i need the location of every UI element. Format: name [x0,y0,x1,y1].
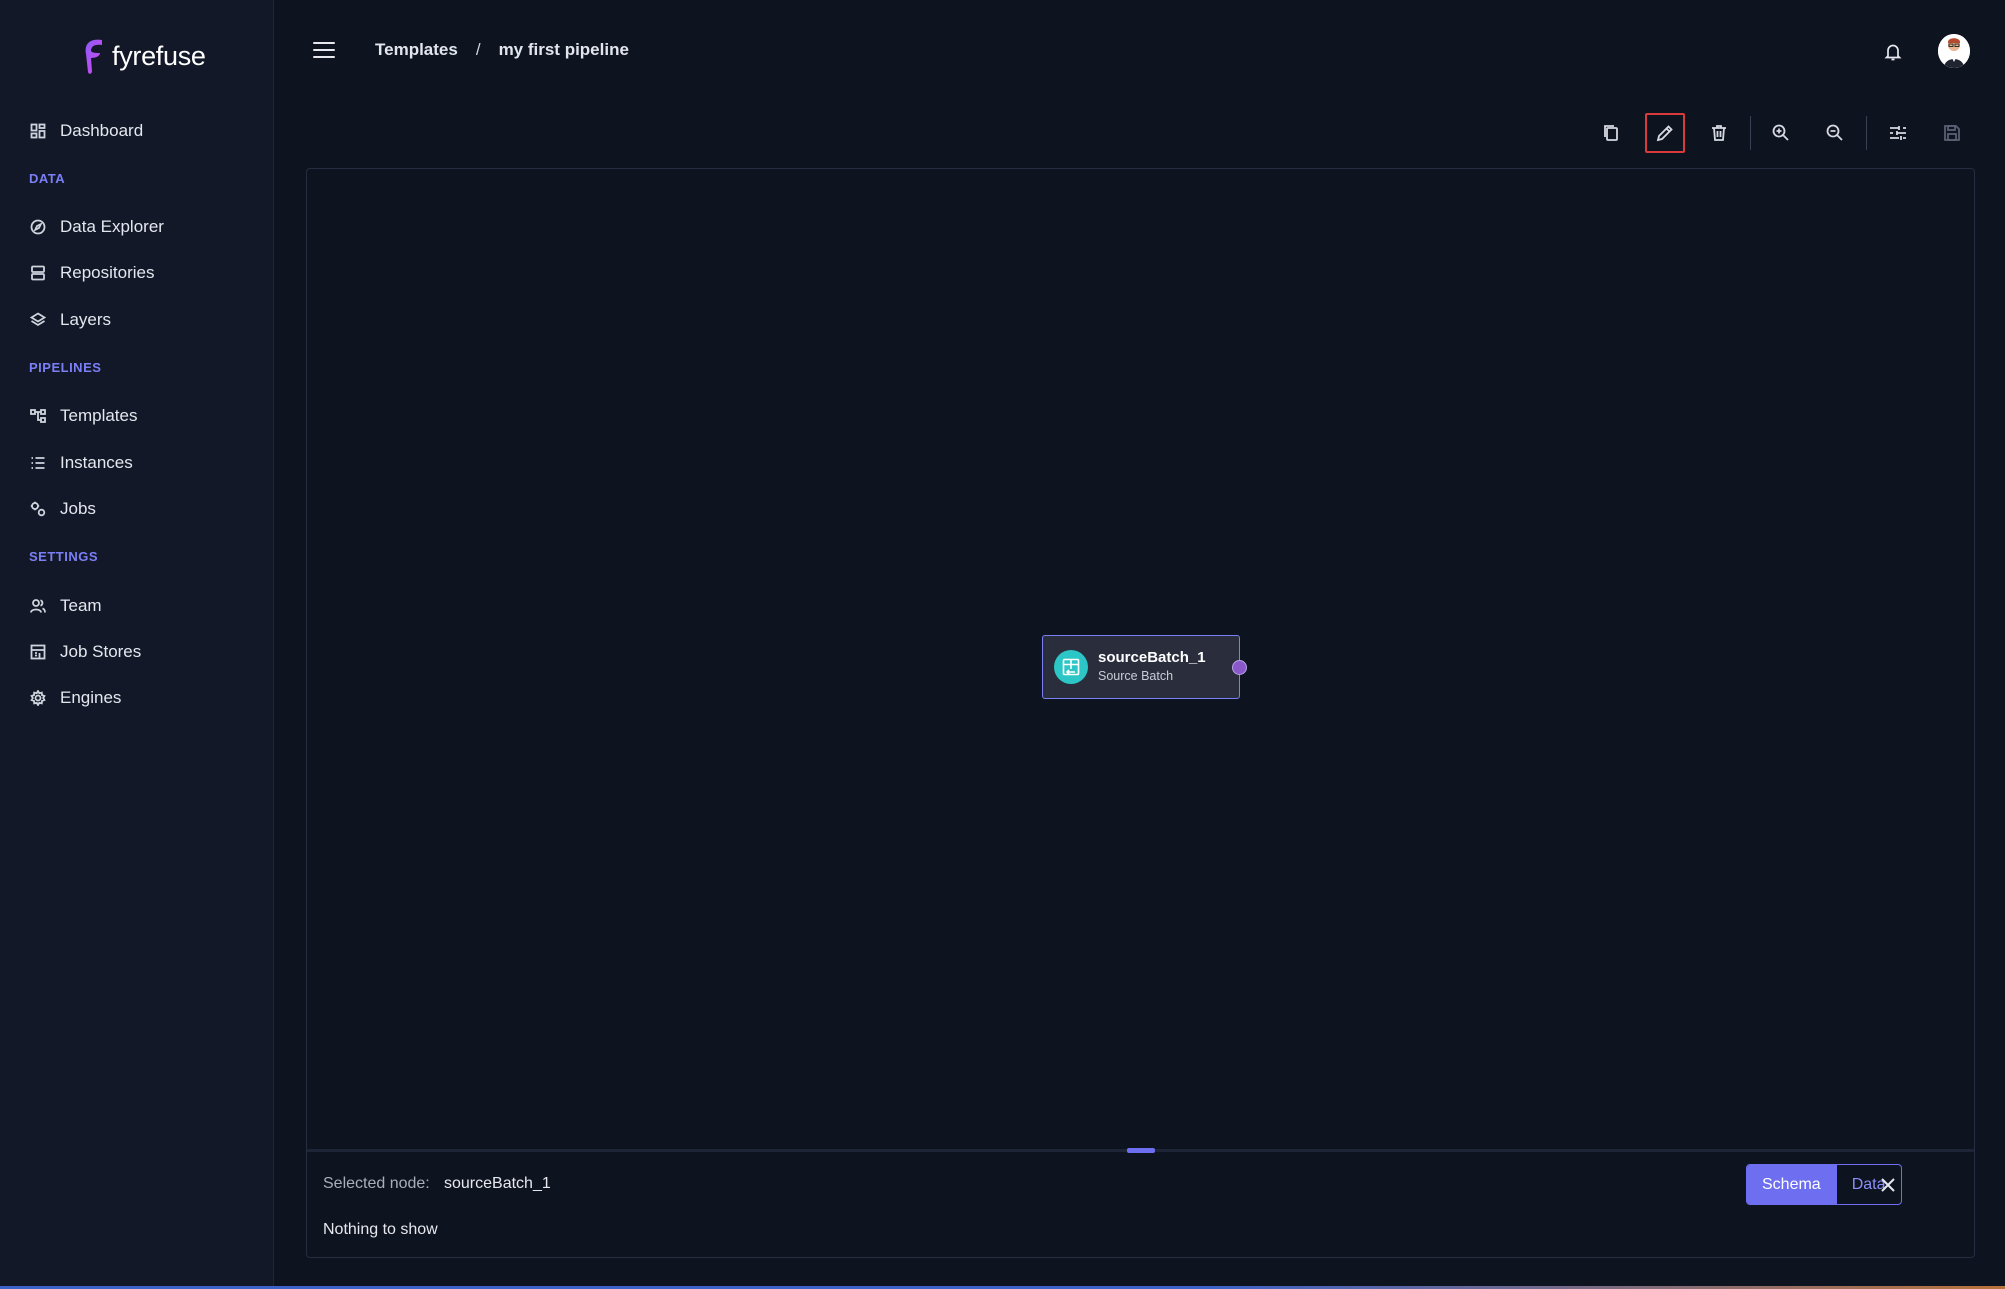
save-button[interactable] [1932,113,1972,153]
delete-icon [1712,125,1726,141]
sidebar-item-label: Templates [60,406,138,425]
list-icon [31,457,45,469]
sidebar-item-label: Team [60,596,102,615]
menu-toggle-button[interactable] [313,42,335,60]
source-batch-icon [1054,650,1088,684]
brand-name: fyrefuse [112,40,206,71]
zoom-out-button[interactable] [1815,113,1855,153]
sidebar-item-label: Repositories [60,263,155,282]
gear-icon [30,690,46,706]
panel-resize-handle[interactable] [1127,1148,1155,1153]
node-text: sourceBatch_1 Source Batch [1098,649,1206,685]
section-label-data: DATA [29,171,66,186]
node-subtitle: Source Batch [1098,669,1174,683]
sidebar-item-job-stores[interactable]: Job Stores [30,637,141,667]
brand-logo[interactable]: fyrefuse [80,36,206,76]
dashboard-icon [30,123,46,139]
settings-sliders-icon [1890,126,1906,140]
sidebar-item-label: Dashboard [60,121,144,140]
close-icon[interactable] [1876,1173,1900,1197]
pipeline-canvas[interactable]: sourceBatch_1 Source Batch Selected node… [306,168,1975,1258]
avatar-illustration-icon [1938,34,1970,68]
toolbar-divider [1750,116,1751,150]
sidebar-item-jobs[interactable]: Jobs [30,494,96,524]
zoom-out-icon [1826,124,1843,141]
fyrefuse-logo-icon [85,39,102,74]
database-icon [31,265,45,281]
table-import-icon [1062,658,1080,676]
hamburger-line [313,48,335,52]
compass-icon [30,219,46,235]
breadcrumb-parent-link[interactable]: Templates [375,40,458,60]
sidebar-item-label: Jobs [60,499,96,518]
users-icon [30,599,46,613]
edit-icon [1656,125,1673,142]
breadcrumb-current: my first pipeline [498,40,629,59]
zoom-in-icon [1772,124,1789,141]
selected-node-label: Selected node: [323,1175,430,1192]
sidebar-item-layers[interactable]: Layers [30,305,111,335]
selected-node-value: sourceBatch_1 [444,1175,551,1192]
store-icon [30,644,46,660]
notification-bell-icon[interactable] [1884,42,1902,62]
duplicate-button[interactable] [1591,113,1631,153]
settings-button[interactable] [1878,113,1918,153]
pipeline-node[interactable]: sourceBatch_1 Source Batch [1042,635,1247,699]
breadcrumb: Templates / my first pipeline [375,40,629,60]
hamburger-line [313,55,335,59]
copy-icon [1604,125,1618,141]
sidebar-item-team[interactable]: Team [30,591,102,621]
sidebar-item-label: Layers [60,310,112,329]
gears-icon [30,501,46,517]
node-title: sourceBatch_1 [1098,649,1206,666]
sidebar: fyrefuse Dashboard DATA Data Explorer Re… [0,0,274,1289]
sidebar-item-label: Job Stores [60,642,142,661]
section-label-pipelines: PIPELINES [29,360,102,375]
toolbar-divider [1866,116,1867,150]
sidebar-item-engines[interactable]: Engines [30,683,121,713]
section-label-settings: SETTINGS [29,549,99,564]
user-avatar[interactable] [1938,34,1970,68]
zoom-in-button[interactable] [1761,113,1801,153]
sidebar-item-templates[interactable]: Templates [30,401,137,431]
sidebar-item-instances[interactable]: Instances [30,448,133,478]
panel-empty-state: Nothing to show [323,1221,438,1238]
sidebar-item-repositories[interactable]: Repositories [30,258,155,288]
delete-button[interactable] [1699,113,1739,153]
layers-icon [30,312,46,327]
hamburger-line [313,42,335,45]
flow-icon [30,409,46,423]
edit-button[interactable] [1645,113,1685,153]
breadcrumb-separator: / [475,40,481,59]
sidebar-item-label: Data Explorer [60,217,164,236]
sidebar-item-dashboard[interactable]: Dashboard [30,116,143,146]
sidebar-item-label: Instances [60,453,133,472]
sidebar-item-label: Engines [60,688,122,707]
sidebar-item-data-explorer[interactable]: Data Explorer [30,212,164,242]
tab-schema[interactable]: Schema [1747,1165,1836,1204]
save-icon [1944,125,1960,141]
node-output-handle[interactable] [1232,660,1247,675]
